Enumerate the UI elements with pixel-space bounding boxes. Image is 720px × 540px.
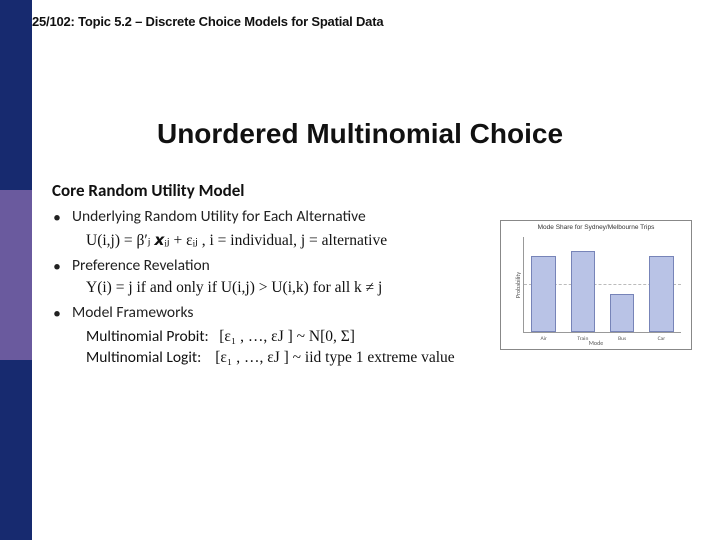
probit-label: Multinomial Probit: [86,327,209,346]
probit-rhs: [ε₁ , …, εJ ] ~ N[0, Σ] [219,328,355,345]
slide: 25/102: Topic 5.2 – Discrete Choice Mode… [0,0,720,540]
bullet-3-line-2: Multinomial Logit: [ε₁ , …, εJ ] ~ iid t… [52,348,696,367]
chart-xlabel: Mode [501,339,691,347]
chart-bar [571,251,595,332]
chart-bar [649,256,673,332]
chart: Mode Share for Sydney/Melbourne Trips Pr… [500,220,692,350]
chart-ylabel: Probability [514,272,522,298]
chart-title: Mode Share for Sydney/Melbourne Trips [501,221,691,231]
bullet-dot: • [52,207,62,229]
chart-bar [610,294,634,332]
bullet-dot: • [52,256,62,278]
left-stripe [0,0,32,540]
chart-plot-area: AirTrainBusCar [523,237,681,333]
section-heading: Core Random Utility Model [52,180,696,201]
chart-bar [531,256,555,332]
bullet-dot: • [52,303,62,325]
slide-header: 25/102: Topic 5.2 – Discrete Choice Mode… [32,14,383,29]
logit-label: Multinomial Logit: [86,348,201,367]
logit-rhs: [ε₁ , …, εJ ] ~ iid type 1 extreme value [215,349,454,366]
slide-title: Unordered Multinomial Choice [0,118,720,150]
left-stripe-accent [0,190,32,360]
